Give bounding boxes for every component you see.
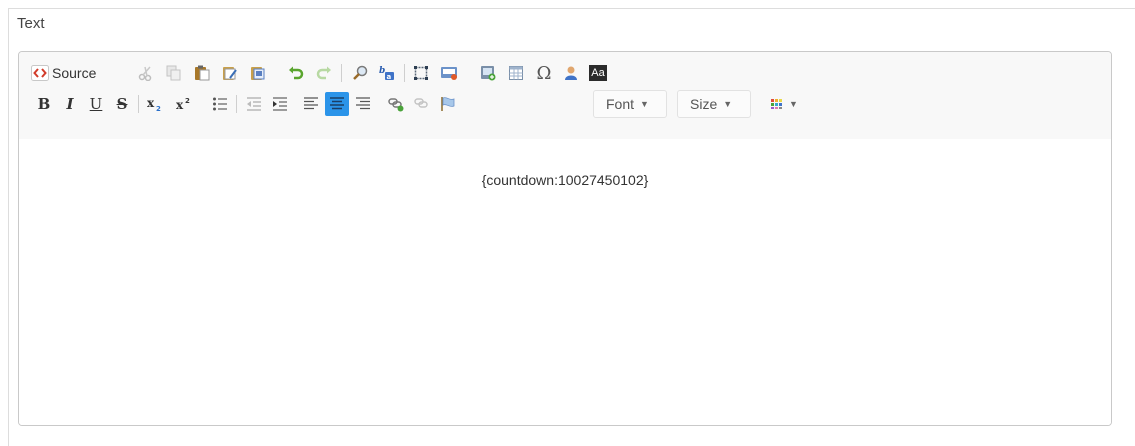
- superscript-button[interactable]: x2: [172, 92, 196, 116]
- cut-button[interactable]: [135, 61, 157, 85]
- source-label: Source: [52, 65, 97, 81]
- chevron-down-icon: ▼: [640, 99, 649, 109]
- flag-icon: [440, 96, 456, 112]
- scissors-icon: [138, 65, 154, 81]
- author-button[interactable]: [560, 61, 582, 85]
- omega-icon: Ω: [536, 62, 552, 84]
- outdent-button[interactable]: [243, 92, 265, 116]
- toolbar-separator: [236, 95, 237, 113]
- table-icon: [508, 65, 524, 81]
- text-field-label: Text: [17, 15, 45, 32]
- clipboard-icon: [194, 65, 210, 81]
- copy-button[interactable]: [163, 61, 185, 85]
- editor-content-area[interactable]: {countdown:10027450102}: [19, 139, 1111, 425]
- svg-text:2: 2: [156, 105, 161, 112]
- rich-text-editor: Source b a Ω Aa B I U S x 2 x 2 Font ▼ S…: [18, 51, 1112, 426]
- source-icon: [31, 65, 49, 81]
- source-button[interactable]: Source: [31, 61, 117, 85]
- replace-button[interactable]: ba: [375, 61, 399, 85]
- align-center-button[interactable]: [325, 92, 349, 116]
- toolbar-separator: [404, 64, 405, 82]
- unlink-icon: [414, 96, 430, 112]
- underline-icon: U: [89, 95, 103, 113]
- link-icon: [388, 96, 404, 112]
- chevron-down-icon: ▼: [789, 99, 798, 109]
- special-char-button[interactable]: Ω: [532, 61, 556, 85]
- paste-word-icon: [250, 65, 266, 81]
- bulleted-list-button[interactable]: [209, 92, 231, 116]
- replace-icon: ba: [378, 65, 396, 81]
- bold-button[interactable]: B: [33, 92, 55, 116]
- text-color-button[interactable]: ▼: [767, 92, 801, 116]
- align-right-button[interactable]: [351, 92, 375, 116]
- font-dropdown[interactable]: Font ▼: [593, 90, 667, 118]
- strikethrough-icon: S: [116, 95, 128, 113]
- person-icon: [563, 65, 579, 81]
- undo-button[interactable]: [285, 61, 307, 85]
- svg-text:x: x: [147, 96, 155, 110]
- html-button[interactable]: [438, 61, 460, 85]
- superscript-icon: x2: [175, 96, 193, 112]
- paste-button[interactable]: [191, 61, 213, 85]
- redo-button[interactable]: [313, 61, 335, 85]
- italic-icon: I: [66, 95, 74, 113]
- undo-icon: [288, 65, 304, 81]
- size-dropdown[interactable]: Size ▼: [677, 90, 751, 118]
- toolbar-separator: [138, 95, 139, 113]
- toolbar-row-1: Source b a Ω Aa: [19, 58, 1111, 88]
- copy-icon: [166, 65, 182, 81]
- bulleted-list-icon: [212, 96, 228, 112]
- editor-toolbar: Source b a Ω Aa B I U S x 2 x 2 Font ▼ S…: [19, 52, 1111, 139]
- svg-text:2: 2: [185, 97, 190, 105]
- font-dropdown-label: Font: [606, 96, 635, 112]
- image-icon: [480, 65, 496, 81]
- text-style-button[interactable]: Aa: [587, 61, 609, 85]
- html-icon: [440, 65, 458, 81]
- svg-text:b: b: [379, 66, 385, 76]
- color-palette-icon: [770, 98, 786, 110]
- strikethrough-button[interactable]: S: [111, 92, 133, 116]
- indent-icon: [272, 96, 288, 112]
- magnifier-icon: [352, 65, 368, 81]
- image-button[interactable]: [477, 61, 499, 85]
- anchor-button[interactable]: [437, 92, 459, 116]
- chevron-down-icon: ▼: [723, 99, 733, 109]
- link-button[interactable]: [385, 92, 407, 116]
- bold-icon: B: [37, 95, 51, 113]
- italic-button[interactable]: I: [59, 92, 81, 116]
- align-right-icon: [355, 96, 371, 112]
- paste-word-button[interactable]: [247, 61, 269, 85]
- toolbar-separator: [341, 64, 342, 82]
- select-all-icon: [413, 65, 429, 81]
- align-left-button[interactable]: [299, 92, 323, 116]
- align-left-icon: [303, 96, 319, 112]
- paste-text-button[interactable]: [219, 61, 241, 85]
- subscript-button[interactable]: x2: [143, 92, 167, 116]
- text-style-icon: Aa: [589, 65, 607, 81]
- indent-button[interactable]: [269, 92, 291, 116]
- align-center-icon: [329, 96, 345, 112]
- size-dropdown-label: Size: [690, 96, 718, 112]
- redo-icon: [316, 65, 332, 81]
- find-button[interactable]: [349, 61, 371, 85]
- subscript-icon: x2: [146, 96, 164, 112]
- outdent-icon: [246, 96, 262, 112]
- svg-text:a: a: [387, 73, 392, 81]
- select-all-button[interactable]: [410, 61, 432, 85]
- table-button[interactable]: [505, 61, 527, 85]
- editor-content-text[interactable]: {countdown:10027450102}: [19, 172, 1111, 188]
- toolbar-row-2: B I U S x2 x2 Font ▼ Size ▼ ▼: [19, 89, 1111, 119]
- paste-text-icon: [222, 65, 238, 81]
- svg-text:x: x: [176, 98, 184, 112]
- underline-button[interactable]: U: [85, 92, 107, 116]
- unlink-button[interactable]: [411, 92, 433, 116]
